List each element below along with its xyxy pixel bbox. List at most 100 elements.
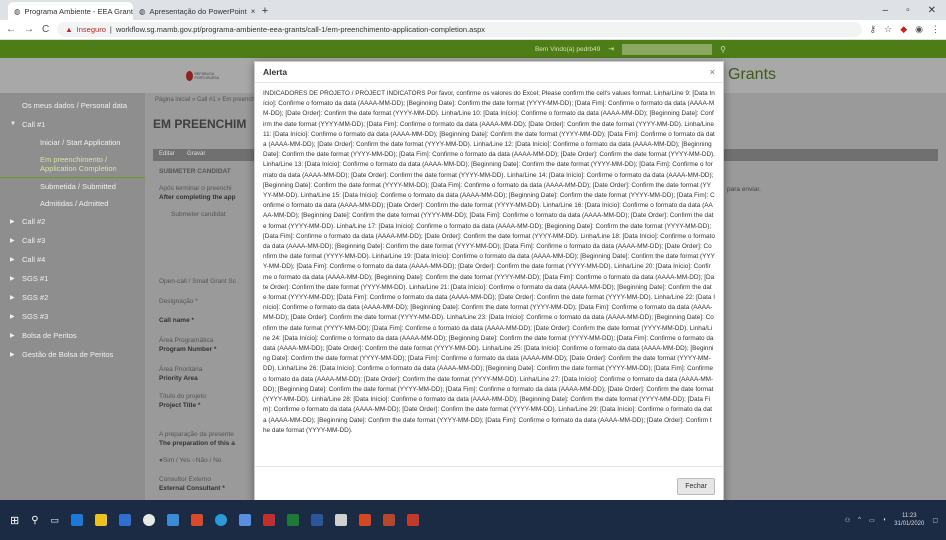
caret-right-icon: ▶ [10,219,15,225]
welcome-text: Bem Vindo(a) pedrb49 [534,45,601,53]
republic-logo: REPÚBLICA PORTUGUESA [186,70,224,82]
sidebar: Os meus dados / Personal data ▼ Call #1 I… [0,93,145,500]
notifications-icon[interactable]: ▢ [932,517,938,524]
app-icon[interactable] [191,514,204,526]
caret-down-icon: ▼ [10,121,16,127]
chrome-icon[interactable] [143,514,156,526]
reload-icon[interactable]: C [42,24,49,35]
designacao-label: Designação * [159,298,198,305]
profile-icon[interactable]: ◉ [915,24,923,35]
sidebar-sub-completion[interactable]: Em preenchimento / Application Completio… [0,151,145,178]
store-icon[interactable] [119,514,132,526]
after-completing-text: After completing the app [159,194,236,201]
sidebar-item-bolsa[interactable]: ▶ Bolsa de Peritos [0,326,145,345]
caret-right-icon: ▶ [10,257,15,263]
app-icon[interactable] [215,514,228,526]
sidebar-sub-submitted[interactable]: Submetida / Submitted [0,178,145,195]
logout-icon[interactable]: ⇥ [608,45,614,53]
sidebar-item-label: Call #4 [22,255,46,264]
sidebar-item-sgs2[interactable]: ▶ SGS #2 [0,288,145,307]
app-icon[interactable] [359,514,372,526]
logo-text: REPÚBLICA PORTUGUESA [194,72,219,80]
submit-section-heading[interactable]: SUBMETER CANDIDAT [159,168,231,175]
star-icon[interactable]: ☆ [884,24,892,35]
url-field[interactable]: ▲ Inseguro | workflow.sg.mamb.gov.pt/pro… [57,22,862,37]
people-icon[interactable]: ⚇ [845,517,850,524]
browser-tab-strip: ◍ Programa Ambiente - EEA Grants × ◍ Apr… [0,0,946,20]
word-icon[interactable] [311,514,324,526]
area-programatica-label: Área Programática [159,337,214,344]
search-icon[interactable]: ⚲ [720,45,726,54]
send-note: para enviar. [727,186,761,193]
windows-taskbar: ⊞ ⚲ ▭ ⚇ ^ ▭ ◖ 11:23 31/01/2020 ▢ [0,500,946,540]
submit-checkbox[interactable]: Submeter candidat [171,211,226,218]
sidebar-item-label: Call #3 [22,236,46,245]
dialog-title: Alerta [263,67,288,77]
sidebar-item-label: Gestão de Bolsa de Peritos [22,350,114,359]
consultor-label: Consultor Externo [159,476,212,483]
excel-icon[interactable] [287,514,300,526]
sidebar-item-call4[interactable]: ▶ Call #4 [0,250,145,269]
program-number-label: Program Number * [159,346,217,353]
minimize-icon[interactable]: – [883,5,889,16]
chevron-up-icon[interactable]: ^ [858,517,861,523]
powerpoint-icon[interactable] [383,514,396,526]
volume-icon[interactable]: ◖ [883,517,887,523]
dialog-message: INDICADORES DE PROJETO / PROJECT INDICAT… [263,90,715,434]
key-icon[interactable]: ⚷ [870,24,877,35]
close-button[interactable]: Fechar [677,478,715,495]
sidebar-sub-start[interactable]: Iniciar / Start Application [0,134,145,151]
after-submit-text: Após terminar o preenchi [159,185,232,192]
clock[interactable]: 11:23 31/01/2020 [894,512,924,528]
sidebar-item-label: Call #1 [22,120,46,129]
warning-icon: ▲ [65,25,73,34]
sidebar-item-sgs1[interactable]: ▶ SGS #1 [0,269,145,288]
tab-label: Programa Ambiente - EEA Grants [24,6,133,16]
site-search-input[interactable] [622,43,713,55]
sidebar-item-gestao-bolsa[interactable]: ▶ Gestão de Bolsa de Peritos [0,345,145,364]
back-icon[interactable]: ← [6,24,16,35]
close-window-icon[interactable]: ✕ [928,5,936,16]
sidebar-sub-admitted[interactable]: Admitidas / Admitted [0,195,145,212]
save-button[interactable]: Gravar [187,151,205,157]
area-prioritaria-label: Área Prioritária [159,366,203,373]
app-icon[interactable] [335,514,348,526]
new-tab-button[interactable]: + [258,2,272,20]
maximize-icon[interactable]: ▫ [906,5,910,16]
sidebar-item-call2[interactable]: ▶ Call #2 [0,212,145,231]
app-icon[interactable] [167,514,180,526]
app-icon[interactable] [263,514,276,526]
extension-icon[interactable]: ◆ [900,24,907,35]
page-title: EM PREENCHIM [153,117,247,131]
pdf-icon[interactable] [407,514,420,526]
call-name-label: Call name * [159,317,195,324]
sidebar-item-sgs3[interactable]: ▶ SGS #3 [0,307,145,326]
titulo-projeto-label: Título do projeto [159,393,206,400]
logo-mark [186,71,193,81]
network-icon[interactable]: ▭ [869,517,875,524]
menu-icon[interactable]: ⋮ [931,24,940,35]
edge-icon[interactable] [71,514,84,526]
sidebar-item-call3[interactable]: ▶ Call #3 [0,231,145,250]
date-text: 31/01/2020 [894,521,925,527]
task-view-icon[interactable]: ▭ [51,515,60,526]
windows-start-icon[interactable]: ⊞ [10,514,19,527]
site-top-bar: Bem Vindo(a) pedrb49 ⇥ ⚲ [0,40,946,58]
tab-programa-ambiente[interactable]: ◍ Programa Ambiente - EEA Grants × [8,2,133,20]
tab-powerpoint[interactable]: ◍ Apresentação do PowerPoint × [133,2,258,20]
close-icon[interactable]: × [710,67,715,77]
app-icon[interactable] [239,514,252,526]
preparation-label: The preparation of this a [159,440,235,447]
forward-icon[interactable]: → [24,24,34,35]
globe-icon: ◍ [139,6,146,16]
system-tray: ⚇ ^ ▭ ◖ 11:23 31/01/2020 ▢ [845,512,946,528]
file-explorer-icon[interactable] [95,514,108,526]
search-icon[interactable]: ⚲ [31,515,38,526]
external-consultant-label: External Consultant * [159,485,225,492]
sidebar-item-call1[interactable]: ▼ Call #1 [0,115,145,134]
sidebar-item-personal-data[interactable]: Os meus dados / Personal data [0,93,145,115]
sidebar-item-label: SGS #2 [22,293,49,302]
tab-close-icon[interactable]: × [251,7,256,16]
yes-no-radio[interactable]: ●Sim / Yes ○Não / No [159,457,221,464]
edit-button[interactable]: Editar [159,151,175,157]
